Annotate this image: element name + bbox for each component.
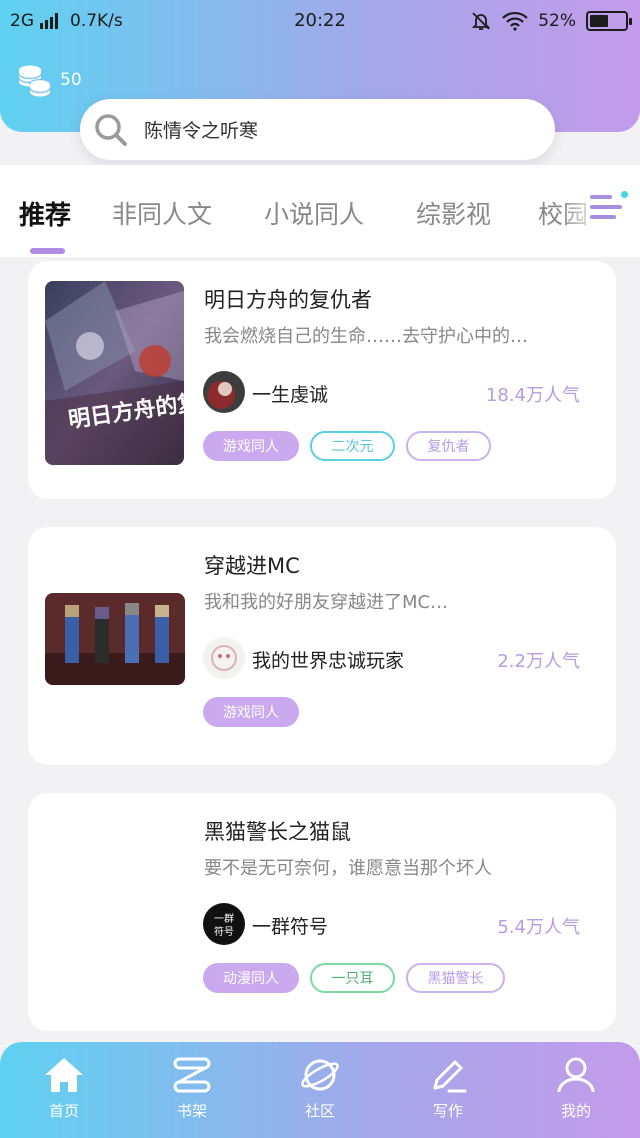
wifi-icon xyxy=(502,11,528,31)
nav-home[interactable]: 首页 xyxy=(24,1056,104,1121)
book-description: 要不是无可奈何，谁愿意当那个坏人 xyxy=(204,858,492,879)
home-icon xyxy=(45,1058,83,1092)
mute-bell-icon xyxy=(472,12,491,30)
pen-icon xyxy=(433,1060,467,1093)
nav-label: 社区 xyxy=(304,1102,335,1120)
author-avatar[interactable]: 一群 符号 xyxy=(203,903,245,945)
book-description: 我会燃烧自己的生命……去守护心中的… xyxy=(204,326,528,347)
tab-recommended[interactable]: 推荐 xyxy=(19,195,71,232)
tag[interactable]: 动漫同人 xyxy=(203,963,299,993)
book-cover: 明日方舟的复仇者 xyxy=(45,281,184,465)
avatar-text: 符号 xyxy=(214,925,234,938)
author-avatar[interactable] xyxy=(203,637,245,679)
nav-label: 书架 xyxy=(176,1102,207,1120)
author-name[interactable]: 一群符号 xyxy=(252,912,328,939)
tab-original[interactable]: 非同人文 xyxy=(112,195,212,231)
notification-dot xyxy=(621,191,628,198)
nav-label: 写作 xyxy=(432,1102,463,1120)
popularity: 2.2万人气 xyxy=(497,651,580,672)
battery-percent: 52% xyxy=(538,11,576,31)
book-description: 我和我的好朋友穿越进了MC… xyxy=(204,592,449,613)
nav-label: 首页 xyxy=(48,1102,79,1120)
tab-film-tv[interactable]: 综影视 xyxy=(416,195,491,231)
coins-icon xyxy=(18,65,51,97)
author-name[interactable]: 一生虔诚 xyxy=(252,380,328,407)
bottom-navigation: 首页 书架 社区 写作 我的 xyxy=(0,1042,640,1138)
status-bar: 2G 0.7K/s 20:22 52% xyxy=(0,0,640,42)
tag[interactable]: 一只耳 xyxy=(310,963,395,993)
search-icon xyxy=(95,113,127,146)
avatar-text: 一群 xyxy=(214,912,234,925)
book-title: 黑猫警长之猫鼠 xyxy=(204,820,351,844)
author-name[interactable]: 我的世界忠诚玩家 xyxy=(252,646,404,673)
nav-profile[interactable]: 我的 xyxy=(536,1056,616,1121)
author-avatar[interactable] xyxy=(203,371,245,413)
user-icon xyxy=(557,1057,595,1093)
coin-balance[interactable]: 50 xyxy=(16,62,82,98)
book-title: 穿越进MC xyxy=(204,554,300,578)
battery-icon xyxy=(586,11,632,31)
book-cover xyxy=(45,593,185,685)
planet-icon xyxy=(301,1059,339,1091)
nav-community[interactable]: 社区 xyxy=(280,1056,360,1121)
active-tab-indicator xyxy=(30,248,65,254)
category-tabs: 推荐 非同人文 小说同人 综影视 校园 xyxy=(0,165,640,257)
tag[interactable]: 黑猫警长 xyxy=(406,963,505,993)
tag[interactable]: 复仇者 xyxy=(406,431,491,461)
tab-novel-fanfic[interactable]: 小说同人 xyxy=(264,195,364,231)
coin-count: 50 xyxy=(60,70,82,90)
book-card[interactable]: 穿越进MC 我和我的好朋友穿越进了MC… 我的世界忠诚玩家 2.2万人气 游戏同… xyxy=(28,527,616,765)
search-text: 陈情令之听寒 xyxy=(144,120,259,142)
nav-label: 我的 xyxy=(560,1102,591,1120)
tag[interactable]: 二次元 xyxy=(310,431,395,461)
tag[interactable]: 游戏同人 xyxy=(203,697,299,727)
popularity: 5.4万人气 xyxy=(497,917,580,938)
popularity: 18.4万人气 xyxy=(485,385,580,406)
search-bar[interactable]: 陈情令之听寒 xyxy=(80,99,555,160)
tag[interactable]: 游戏同人 xyxy=(203,431,299,461)
category-menu-button[interactable] xyxy=(590,191,628,223)
book-title: 明日方舟的复仇者 xyxy=(204,288,372,312)
bookshelf-icon xyxy=(173,1057,211,1093)
nav-write[interactable]: 写作 xyxy=(408,1056,488,1121)
book-card[interactable]: 黑猫警长之猫鼠 要不是无可奈何，谁愿意当那个坏人 一群 符号 一群符号 5.4万… xyxy=(28,793,616,1031)
book-card[interactable]: 明日方舟的复仇者 明日方舟的复仇者 我会燃烧自己的生命……去守护心中的… 一生虔… xyxy=(28,261,616,499)
nav-bookshelf[interactable]: 书架 xyxy=(152,1056,232,1121)
